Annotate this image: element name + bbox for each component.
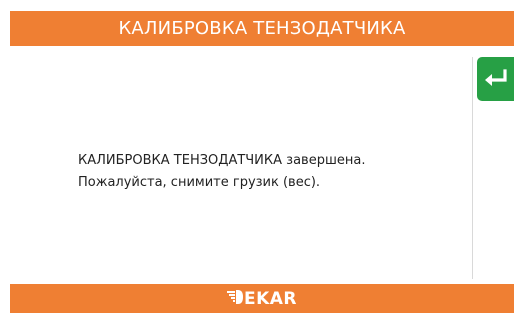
message-line-2: Пожалуйста, снимите грузик (вес). bbox=[78, 175, 321, 190]
enter-button[interactable] bbox=[477, 57, 514, 101]
logo-d-stripes-icon bbox=[226, 289, 243, 308]
message-line-1: КАЛИБРОВКА ТЕНЗОДАТЧИКА завершена. bbox=[78, 153, 366, 168]
footer-bar: EKAR bbox=[10, 284, 514, 313]
calibration-screen: КАЛИБРОВКА ТЕНЗОДАТЧИКА КАЛИБРОВКА ТЕНЗО… bbox=[0, 0, 514, 313]
completion-message: КАЛИБРОВКА ТЕНЗОДАТЧИКА завершена. Пожал… bbox=[78, 150, 458, 194]
enter-return-icon bbox=[483, 69, 509, 89]
dekar-logo: EKAR bbox=[226, 288, 298, 309]
header-bar: КАЛИБРОВКА ТЕНЗОДАТЧИКА bbox=[10, 11, 514, 46]
logo-text: EKAR bbox=[243, 288, 298, 309]
side-divider bbox=[472, 57, 473, 279]
page-title: КАЛИБРОВКА ТЕНЗОДАТЧИКА bbox=[118, 18, 406, 39]
